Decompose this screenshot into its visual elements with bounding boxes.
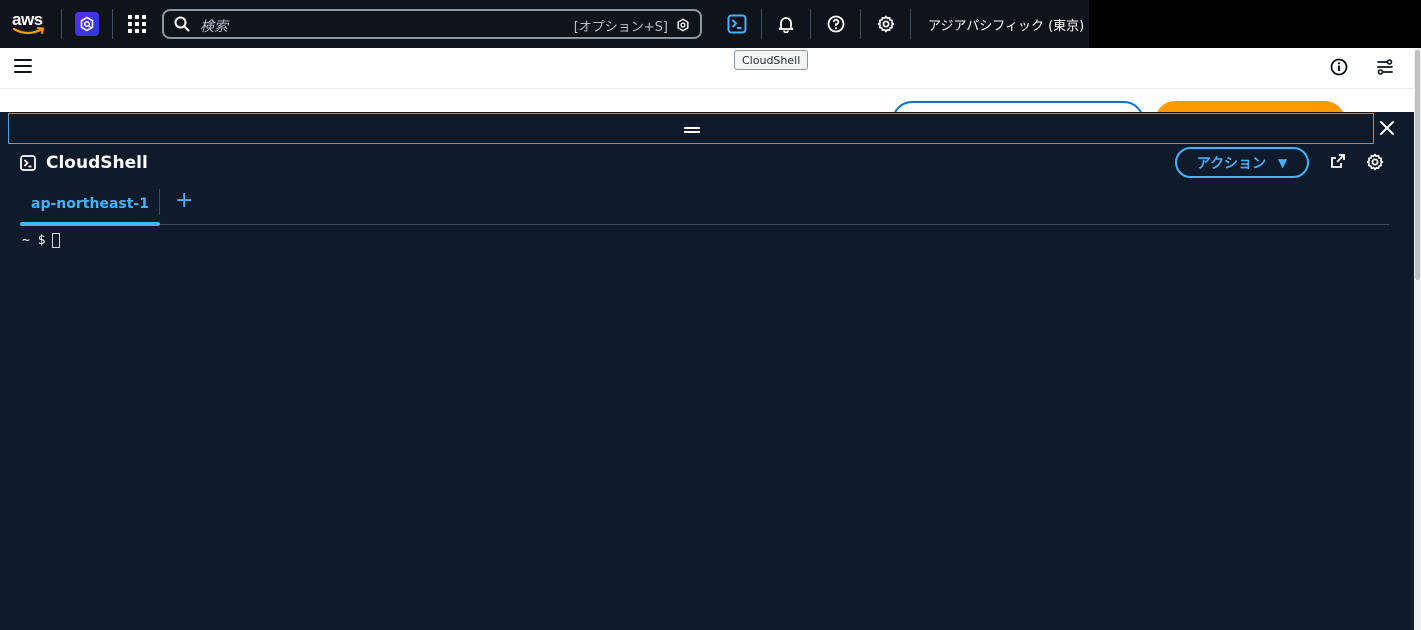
search-icon [174, 16, 190, 36]
aws-logo[interactable]: aws [12, 11, 46, 37]
tab-divider [159, 189, 160, 215]
menu-icon[interactable] [14, 59, 32, 75]
panel-resize-bar[interactable] [8, 113, 1374, 144]
console-toolbar [0, 48, 1414, 89]
nav-divider [810, 9, 811, 39]
help-icon[interactable] [825, 13, 847, 35]
close-icon[interactable] [1378, 119, 1396, 137]
search-input[interactable]: 検索 [オプション+S] [162, 9, 702, 39]
add-tab-button[interactable]: + [175, 189, 193, 213]
search-shortcut-hint: [オプション+S] [573, 20, 668, 35]
q-developer-icon[interactable] [75, 12, 99, 36]
region-selector[interactable]: アジアパシフィック (東京)▼ [928, 15, 1098, 34]
preferences-icon[interactable] [1366, 153, 1384, 175]
tab-ap-northeast-1[interactable]: ap-northeast-1 [20, 182, 160, 226]
services-grid-icon[interactable] [127, 14, 147, 34]
nav-divider [61, 9, 62, 39]
split-panel-icon[interactable] [1376, 58, 1394, 80]
tab-label: ap-northeast-1 [31, 195, 149, 212]
session-tabs: ap-northeast-1 + [20, 182, 1389, 226]
drag-handle-icon[interactable] [684, 127, 700, 133]
settings-icon[interactable] [875, 13, 897, 35]
q-developer-icon[interactable] [676, 17, 690, 36]
cloudshell-title: CloudShell [46, 153, 148, 173]
actions-dropdown-button[interactable]: アクション ▼ [1175, 147, 1309, 178]
top-navigation: aws 検索 [オプション+S] アジアパシフィック (東京) [0, 0, 1421, 48]
nav-divider [860, 9, 861, 39]
cloudshell-header: CloudShell [20, 153, 148, 173]
terminal-area[interactable]: ~ $ [22, 233, 61, 248]
scrollbar-thumb[interactable] [1415, 50, 1420, 280]
region-label: アジアパシフィック (東京) [928, 19, 1085, 34]
caret-down-icon: ▼ [1278, 155, 1288, 170]
cloudshell-tooltip: CloudShell [734, 50, 809, 70]
active-tab-indicator [20, 222, 160, 226]
search-placeholder: 検索 [200, 19, 228, 35]
terminal-cursor [52, 233, 61, 248]
page-scrollbar[interactable] [1414, 48, 1421, 630]
nav-divider [112, 9, 113, 39]
cloudshell-panel: CloudShell アクション ▼ ap-northeast-1 + ~ $ [0, 112, 1414, 630]
aws-logo-text: aws [12, 10, 43, 29]
terminal-icon [20, 155, 36, 171]
notifications-icon[interactable] [775, 13, 797, 35]
top-nav-blank-area [1089, 0, 1421, 48]
shell-prompt: ~ $ [22, 233, 46, 248]
nav-divider [761, 9, 762, 39]
actions-label: アクション [1196, 155, 1267, 172]
info-icon[interactable] [1330, 58, 1348, 80]
page-content-behind [0, 89, 1414, 113]
open-new-window-icon[interactable] [1330, 153, 1346, 173]
nav-divider [910, 9, 911, 39]
cloudshell-icon[interactable] [726, 13, 748, 35]
